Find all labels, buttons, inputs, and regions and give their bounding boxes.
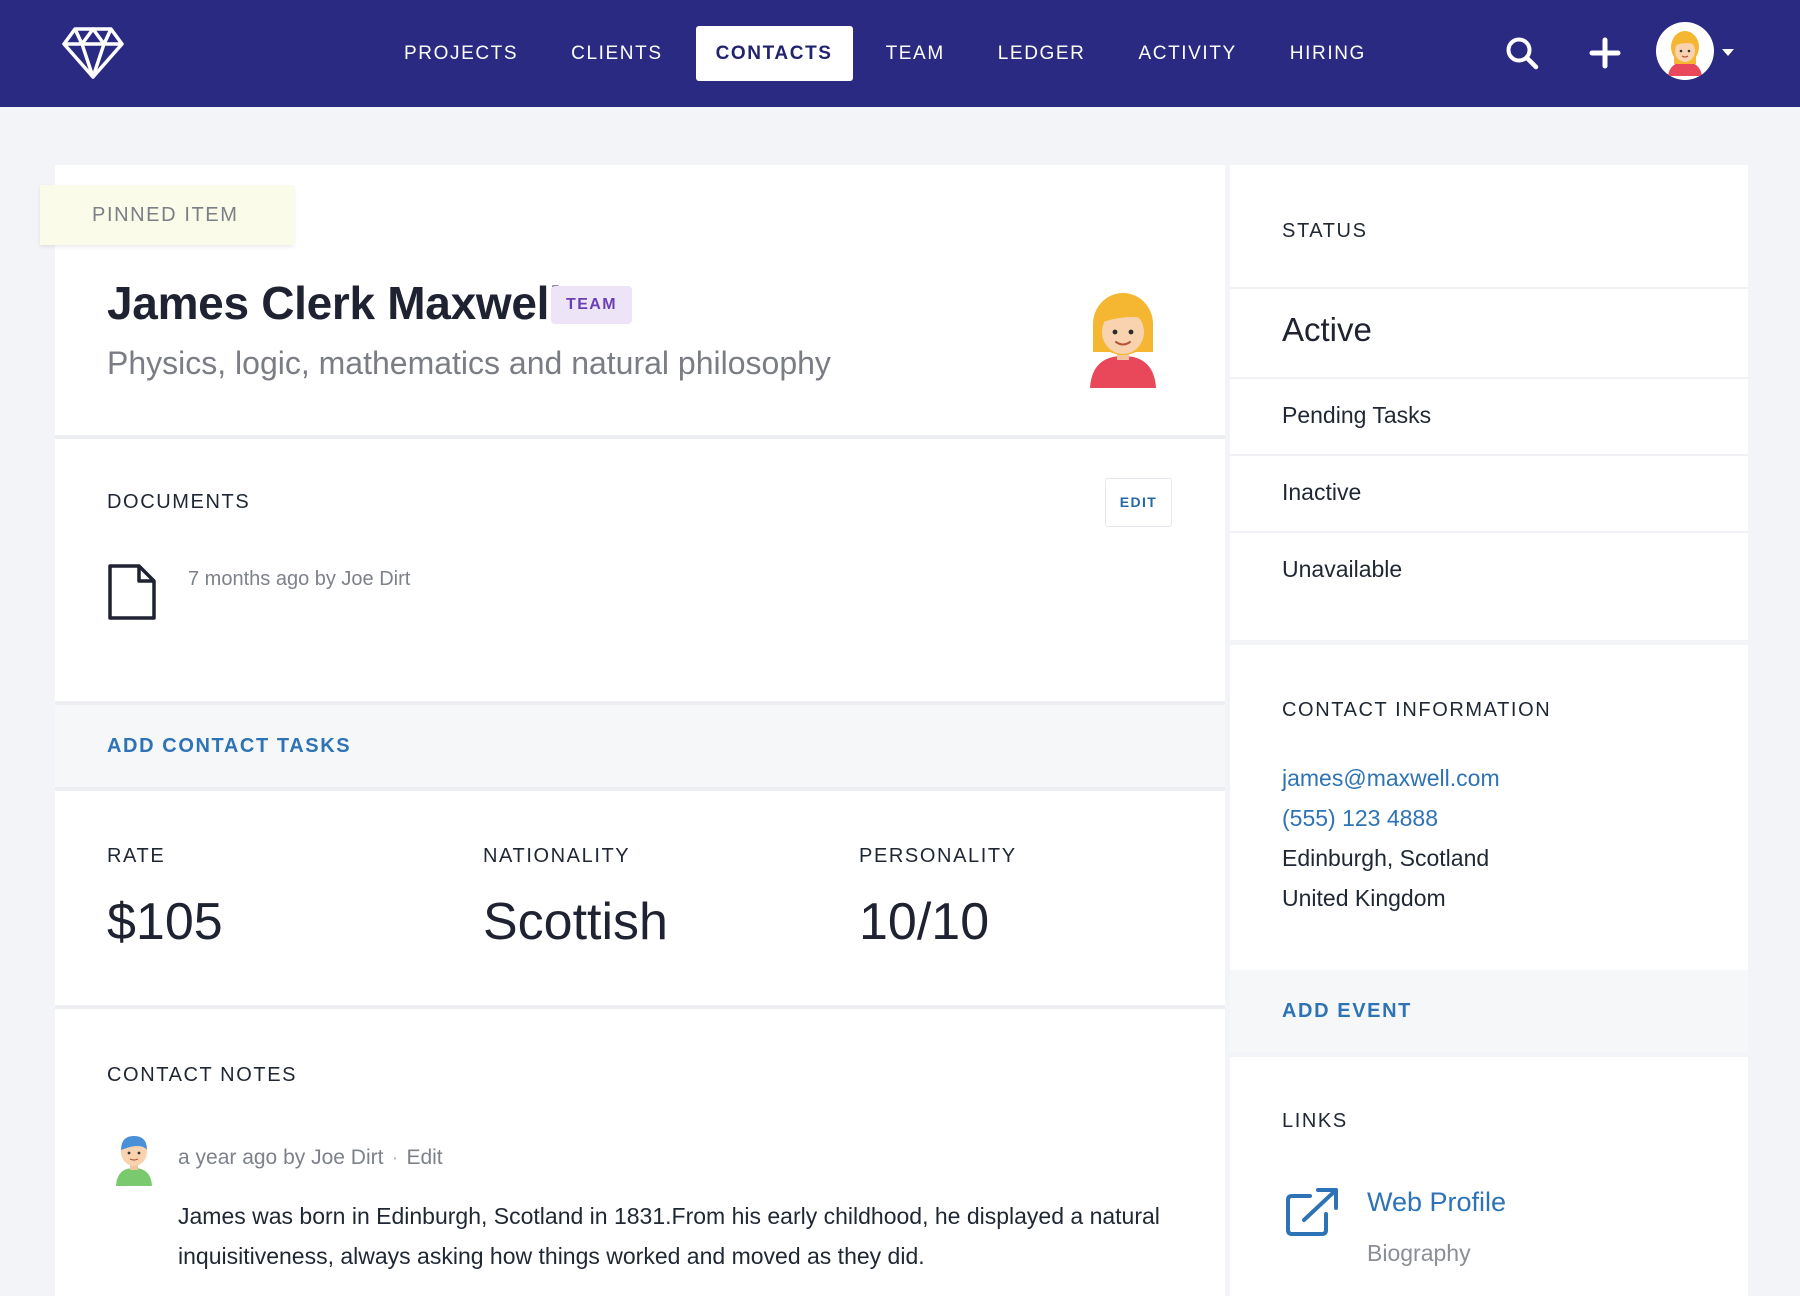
nav-item-clients[interactable]: CLIENTS: [551, 26, 682, 81]
main-nav: PROJECTS CLIENTS CONTACTS TEAM LEDGER AC…: [384, 26, 1399, 81]
status-option-label: Inactive: [1282, 479, 1362, 505]
contact-name: James Clerk Maxwell: [107, 277, 562, 329]
note-meta: a year ago by Joe Dirt · Edit: [178, 1146, 443, 1170]
contact-information-heading: CONTACT INFORMATION: [1282, 699, 1552, 721]
contact-subtitle: Physics, logic, mathematics and natural …: [107, 345, 831, 381]
web-profile-link[interactable]: Web Profile: [1367, 1187, 1506, 1218]
divider: [55, 435, 1225, 439]
note-meta-text: a year ago by Joe Dirt: [178, 1146, 384, 1169]
note-author-avatar: [116, 1136, 152, 1186]
note-body: James was born in Edinburgh, Scotland in…: [178, 1203, 1160, 1269]
contact-notes-heading: CONTACT NOTES: [107, 1064, 298, 1086]
contact-avatar: [1090, 293, 1156, 388]
address-country: United Kingdom: [1282, 885, 1446, 911]
divider: [55, 1005, 1225, 1009]
team-badge: TEAM: [551, 286, 632, 324]
external-link-icon[interactable]: [1284, 1186, 1342, 1238]
phone-link[interactable]: (555) 123 4888: [1282, 805, 1438, 832]
nav-item-projects[interactable]: PROJECTS: [384, 26, 538, 81]
status-option-unavailable[interactable]: Unavailable: [1230, 531, 1748, 608]
status-heading: STATUS: [1282, 220, 1368, 242]
documents-heading: DOCUMENTS: [107, 491, 251, 513]
status-option-label: Unavailable: [1282, 556, 1403, 582]
divider: [55, 787, 1225, 791]
web-profile-subtitle: Biography: [1367, 1240, 1471, 1266]
search-icon[interactable]: [1503, 34, 1541, 72]
email-link[interactable]: james@maxwell.com: [1282, 765, 1500, 792]
chevron-down-icon: [1722, 49, 1734, 56]
address-city: Edinburgh, Scotland: [1282, 845, 1490, 871]
meta-separator: ·: [391, 1146, 399, 1169]
pinned-item-tag: PINNED ITEM: [40, 185, 294, 245]
user-avatar: [1656, 22, 1714, 80]
plus-icon[interactable]: [1586, 34, 1624, 72]
note-edit-link[interactable]: Edit: [406, 1146, 442, 1169]
nav-item-team[interactable]: TEAM: [866, 26, 965, 81]
links-card: [1230, 1057, 1748, 1296]
document-icon[interactable]: [107, 563, 157, 621]
nationality-label: NATIONALITY: [483, 845, 631, 867]
add-event-link[interactable]: ADD EVENT: [1282, 1000, 1412, 1023]
nav-item-activity[interactable]: ACTIVITY: [1118, 26, 1256, 81]
add-contact-tasks-link[interactable]: ADD CONTACT TASKS: [107, 735, 351, 758]
status-option-label: Active: [1282, 311, 1372, 348]
diamond-logo-icon[interactable]: [62, 26, 124, 80]
status-option-active[interactable]: Active: [1230, 287, 1748, 377]
top-nav-bar: PROJECTS CLIENTS CONTACTS TEAM LEDGER AC…: [0, 0, 1800, 107]
nav-item-ledger[interactable]: LEDGER: [978, 26, 1106, 81]
status-option-label: Pending Tasks: [1282, 402, 1432, 428]
nav-item-contacts[interactable]: CONTACTS: [695, 26, 853, 81]
links-heading: LINKS: [1282, 1110, 1348, 1132]
status-option-pending-tasks[interactable]: Pending Tasks: [1230, 377, 1748, 454]
nationality-value: Scottish: [483, 893, 668, 951]
personality-label: PERSONALITY: [859, 845, 1017, 867]
personality-value: 10/10: [859, 893, 990, 951]
rate-label: RATE: [107, 845, 166, 867]
documents-edit-button[interactable]: EDIT: [1105, 478, 1172, 527]
status-option-inactive[interactable]: Inactive: [1230, 454, 1748, 531]
document-meta: 7 months ago by Joe Dirt: [188, 568, 411, 590]
nav-item-hiring[interactable]: HIRING: [1270, 26, 1386, 81]
rate-value: $105: [107, 893, 223, 951]
user-menu[interactable]: [1656, 22, 1738, 84]
